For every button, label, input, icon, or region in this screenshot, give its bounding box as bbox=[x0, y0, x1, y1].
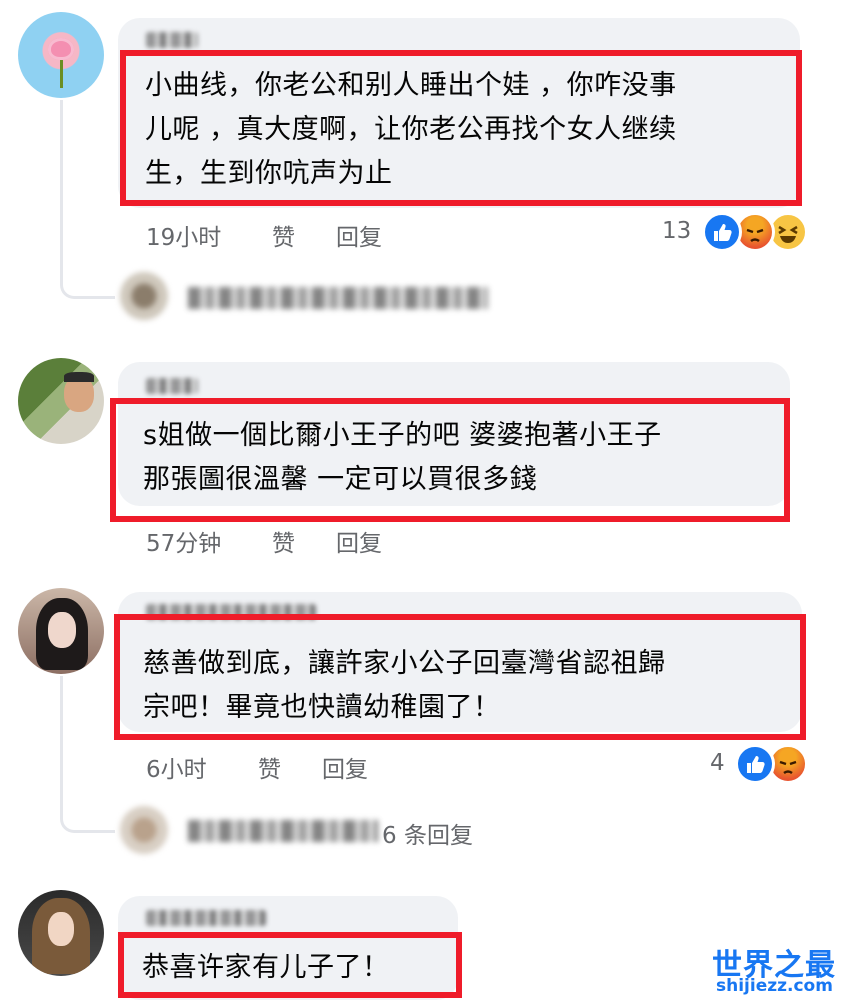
commenter-name-blurred[interactable] bbox=[146, 32, 198, 48]
thread-connector bbox=[60, 100, 115, 299]
comment-text-line: 宗吧！畢竟也快讀幼稚園了！ bbox=[143, 692, 501, 723]
commenter-avatar[interactable] bbox=[18, 12, 104, 98]
like-icon[interactable] bbox=[702, 212, 742, 252]
reply-avatar-blurred[interactable] bbox=[120, 806, 168, 854]
view-replies-link[interactable]: 6 条回复 bbox=[382, 816, 473, 850]
like-icon[interactable] bbox=[735, 744, 775, 784]
thread-connector bbox=[60, 676, 115, 833]
person-face-icon bbox=[48, 912, 74, 946]
comment-time[interactable]: 6小时 bbox=[146, 750, 207, 784]
commenter-name-blurred[interactable] bbox=[146, 378, 198, 394]
commenter-name-blurred[interactable] bbox=[146, 910, 266, 926]
commenter-avatar[interactable] bbox=[18, 890, 104, 976]
reply-button[interactable]: 回复 bbox=[336, 524, 382, 558]
comment-time[interactable]: 19小时 bbox=[146, 218, 221, 252]
comment-text-line: 生，生到你吭声为止 bbox=[145, 158, 393, 189]
stem-icon bbox=[60, 60, 63, 88]
comment-text-line: s姐做一個比爾小王子的吧 婆婆抱著小王子 bbox=[143, 420, 662, 451]
reaction-count[interactable]: 4 bbox=[710, 750, 725, 776]
reply-button[interactable]: 回复 bbox=[322, 750, 368, 784]
reaction-count[interactable]: 13 bbox=[662, 218, 691, 244]
comment-text-line: 那張圖很溫馨 一定可以買很多錢 bbox=[143, 464, 538, 495]
like-button[interactable]: 赞 bbox=[272, 218, 295, 252]
comment-text-line: 慈善做到底，讓許家小公子回臺灣省認祖歸 bbox=[143, 648, 666, 679]
comment-time[interactable]: 57分钟 bbox=[146, 524, 221, 558]
watermark-url: shijiezz.com bbox=[716, 976, 833, 996]
like-button[interactable]: 赞 bbox=[272, 524, 295, 558]
like-button[interactable]: 赞 bbox=[258, 750, 281, 784]
rose-icon bbox=[48, 38, 74, 60]
commenter-avatar[interactable] bbox=[18, 588, 104, 674]
comment-text-line: 儿呢 ，真大度啊，让你老公再找个女人继续 bbox=[145, 114, 677, 145]
person-face-icon bbox=[48, 612, 76, 648]
comment-text-line: 小曲线，你老公和别人睡出个娃 ，你咋没事 bbox=[145, 70, 677, 101]
commenter-avatar[interactable] bbox=[18, 358, 104, 444]
comment-text-line: 恭喜许家有儿子了！ bbox=[142, 952, 390, 983]
person-hair-icon bbox=[64, 372, 94, 382]
reply-preview-blurred[interactable] bbox=[188, 820, 378, 842]
reply-preview-blurred[interactable] bbox=[188, 287, 488, 309]
reply-button[interactable]: 回复 bbox=[336, 218, 382, 252]
reply-avatar-blurred[interactable] bbox=[120, 272, 168, 320]
